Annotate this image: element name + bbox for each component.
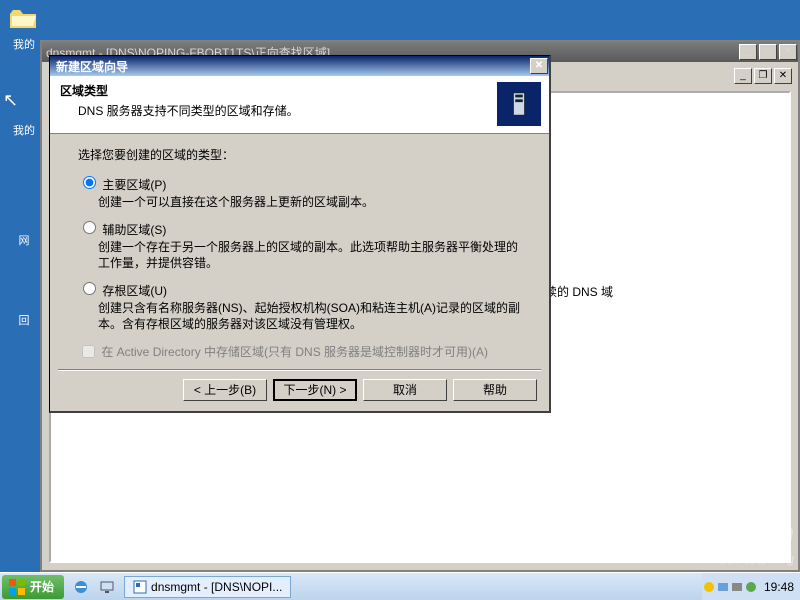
radio-primary[interactable] (83, 176, 96, 189)
folder-open-icon (8, 4, 40, 36)
radio-label: 主要区域(P) (102, 178, 166, 192)
tray-icon-1[interactable] (702, 580, 716, 594)
wizard-body: 选择您要创建的区域的类型： 主要区域(P) 创建一个可以直接在这个服务器上更新的… (50, 134, 549, 366)
desktop-icon-label: 网 (19, 235, 30, 247)
wizard-heading: 区域类型 (60, 82, 539, 99)
child-minimize-button[interactable]: _ (734, 68, 752, 84)
wizard-titlebar[interactable]: 新建区域向导 ✕ (50, 56, 549, 76)
help-button[interactable]: 帮助 (453, 379, 537, 401)
quicklaunch-ie[interactable] (70, 576, 92, 598)
desktop-icon-docs[interactable]: 我的 (4, 4, 44, 52)
wizard-lead: 选择您要创建的区域的类型： (78, 146, 521, 163)
ad-store-label: 在 Active Directory 中存储区域(只有 DNS 服务器是域控制器… (101, 345, 488, 359)
desktop-icon (99, 579, 115, 595)
maximize-button[interactable]: □ (759, 44, 777, 60)
clock[interactable]: 19:48 (764, 580, 794, 594)
quicklaunch-desktop[interactable] (96, 576, 118, 598)
tray-icon-2[interactable] (716, 580, 730, 594)
tray-icon-3[interactable] (730, 580, 744, 594)
wizard-subheading: DNS 服务器支持不同类型的区域和存储。 (78, 102, 539, 119)
wizard-button-row: < 上一步(B) 下一步(N) > 取消 帮助 (177, 379, 537, 401)
ad-store-checkbox (82, 345, 95, 358)
radio-stub-zone[interactable]: 存根区域(U) 创建只含有名称服务器(NS)、起始授权机构(SOA)和粘连主机(… (78, 279, 521, 332)
server-icon (497, 82, 541, 126)
close-button[interactable]: ✕ (779, 44, 797, 60)
back-button[interactable]: < 上一步(B) (183, 379, 267, 401)
windows-logo-icon (8, 578, 26, 596)
mmc-icon (133, 580, 147, 594)
cancel-button[interactable]: 取消 (363, 379, 447, 401)
desktop-icon-label: 我的 (13, 39, 35, 51)
system-tray[interactable]: 19:48 (702, 573, 800, 600)
radio-secondary[interactable] (83, 221, 96, 234)
computer-icon (8, 90, 40, 122)
radio-primary-zone[interactable]: 主要区域(P) 创建一个可以直接在这个服务器上更新的区域副本。 (78, 173, 521, 210)
task-label: dnsmgmt - [DNS\NOPI... (151, 580, 282, 594)
desktop-icon-computer[interactable]: 我的 (4, 90, 44, 138)
child-restore-button[interactable]: ❐ (754, 68, 772, 84)
radio-desc: 创建一个存在于另一个服务器上的区域的副本。此选项帮助主服务器平衡处理的工作量，并… (98, 239, 521, 271)
desktop-icon-label: 回 (19, 315, 30, 327)
radio-label: 存根区域(U) (102, 284, 167, 298)
radio-desc: 创建只含有名称服务器(NS)、起始授权机构(SOA)和粘连主机(A)记录的区域的… (98, 300, 521, 332)
next-button[interactable]: 下一步(N) > (273, 379, 357, 401)
recycle-icon (8, 280, 40, 312)
radio-secondary-zone[interactable]: 辅助区域(S) 创建一个存在于另一个服务器上的区域的副本。此选项帮助主服务器平衡… (78, 218, 521, 271)
radio-desc: 创建一个可以直接在这个服务器上更新的区域副本。 (98, 194, 521, 210)
minimize-button[interactable]: _ (739, 44, 757, 60)
desktop-icon-recycle[interactable]: 回 (4, 280, 44, 328)
radio-label: 辅助区域(S) (102, 223, 166, 237)
new-zone-wizard: 新建区域向导 ✕ 区域类型 DNS 服务器支持不同类型的区域和存储。 选择您要创… (49, 55, 551, 413)
desktop-icon-label: 我的 (13, 125, 35, 137)
start-button[interactable]: 开始 (2, 575, 64, 599)
wizard-header: 区域类型 DNS 服务器支持不同类型的区域和存储。 (50, 76, 549, 134)
desktop-icon-net[interactable]: 网 (4, 200, 44, 248)
child-close-button[interactable]: ✕ (774, 68, 792, 84)
taskbar: 开始 dnsmgmt - [DNS\NOPI... 19:48 (0, 572, 800, 600)
start-label: 开始 (30, 578, 54, 595)
taskbar-task-dnsmgmt[interactable]: dnsmgmt - [DNS\NOPI... (124, 576, 291, 598)
wizard-divider (58, 369, 541, 371)
wizard-title-text: 新建区域向导 (56, 58, 128, 75)
network-icon (8, 200, 40, 232)
ad-store-checkbox-row: 在 Active Directory 中存储区域(只有 DNS 服务器是域控制器… (78, 340, 521, 360)
ie-icon (73, 579, 89, 595)
wizard-close-button[interactable]: ✕ (530, 58, 548, 74)
tray-icon-4[interactable] (744, 580, 758, 594)
radio-stub[interactable] (83, 282, 96, 295)
